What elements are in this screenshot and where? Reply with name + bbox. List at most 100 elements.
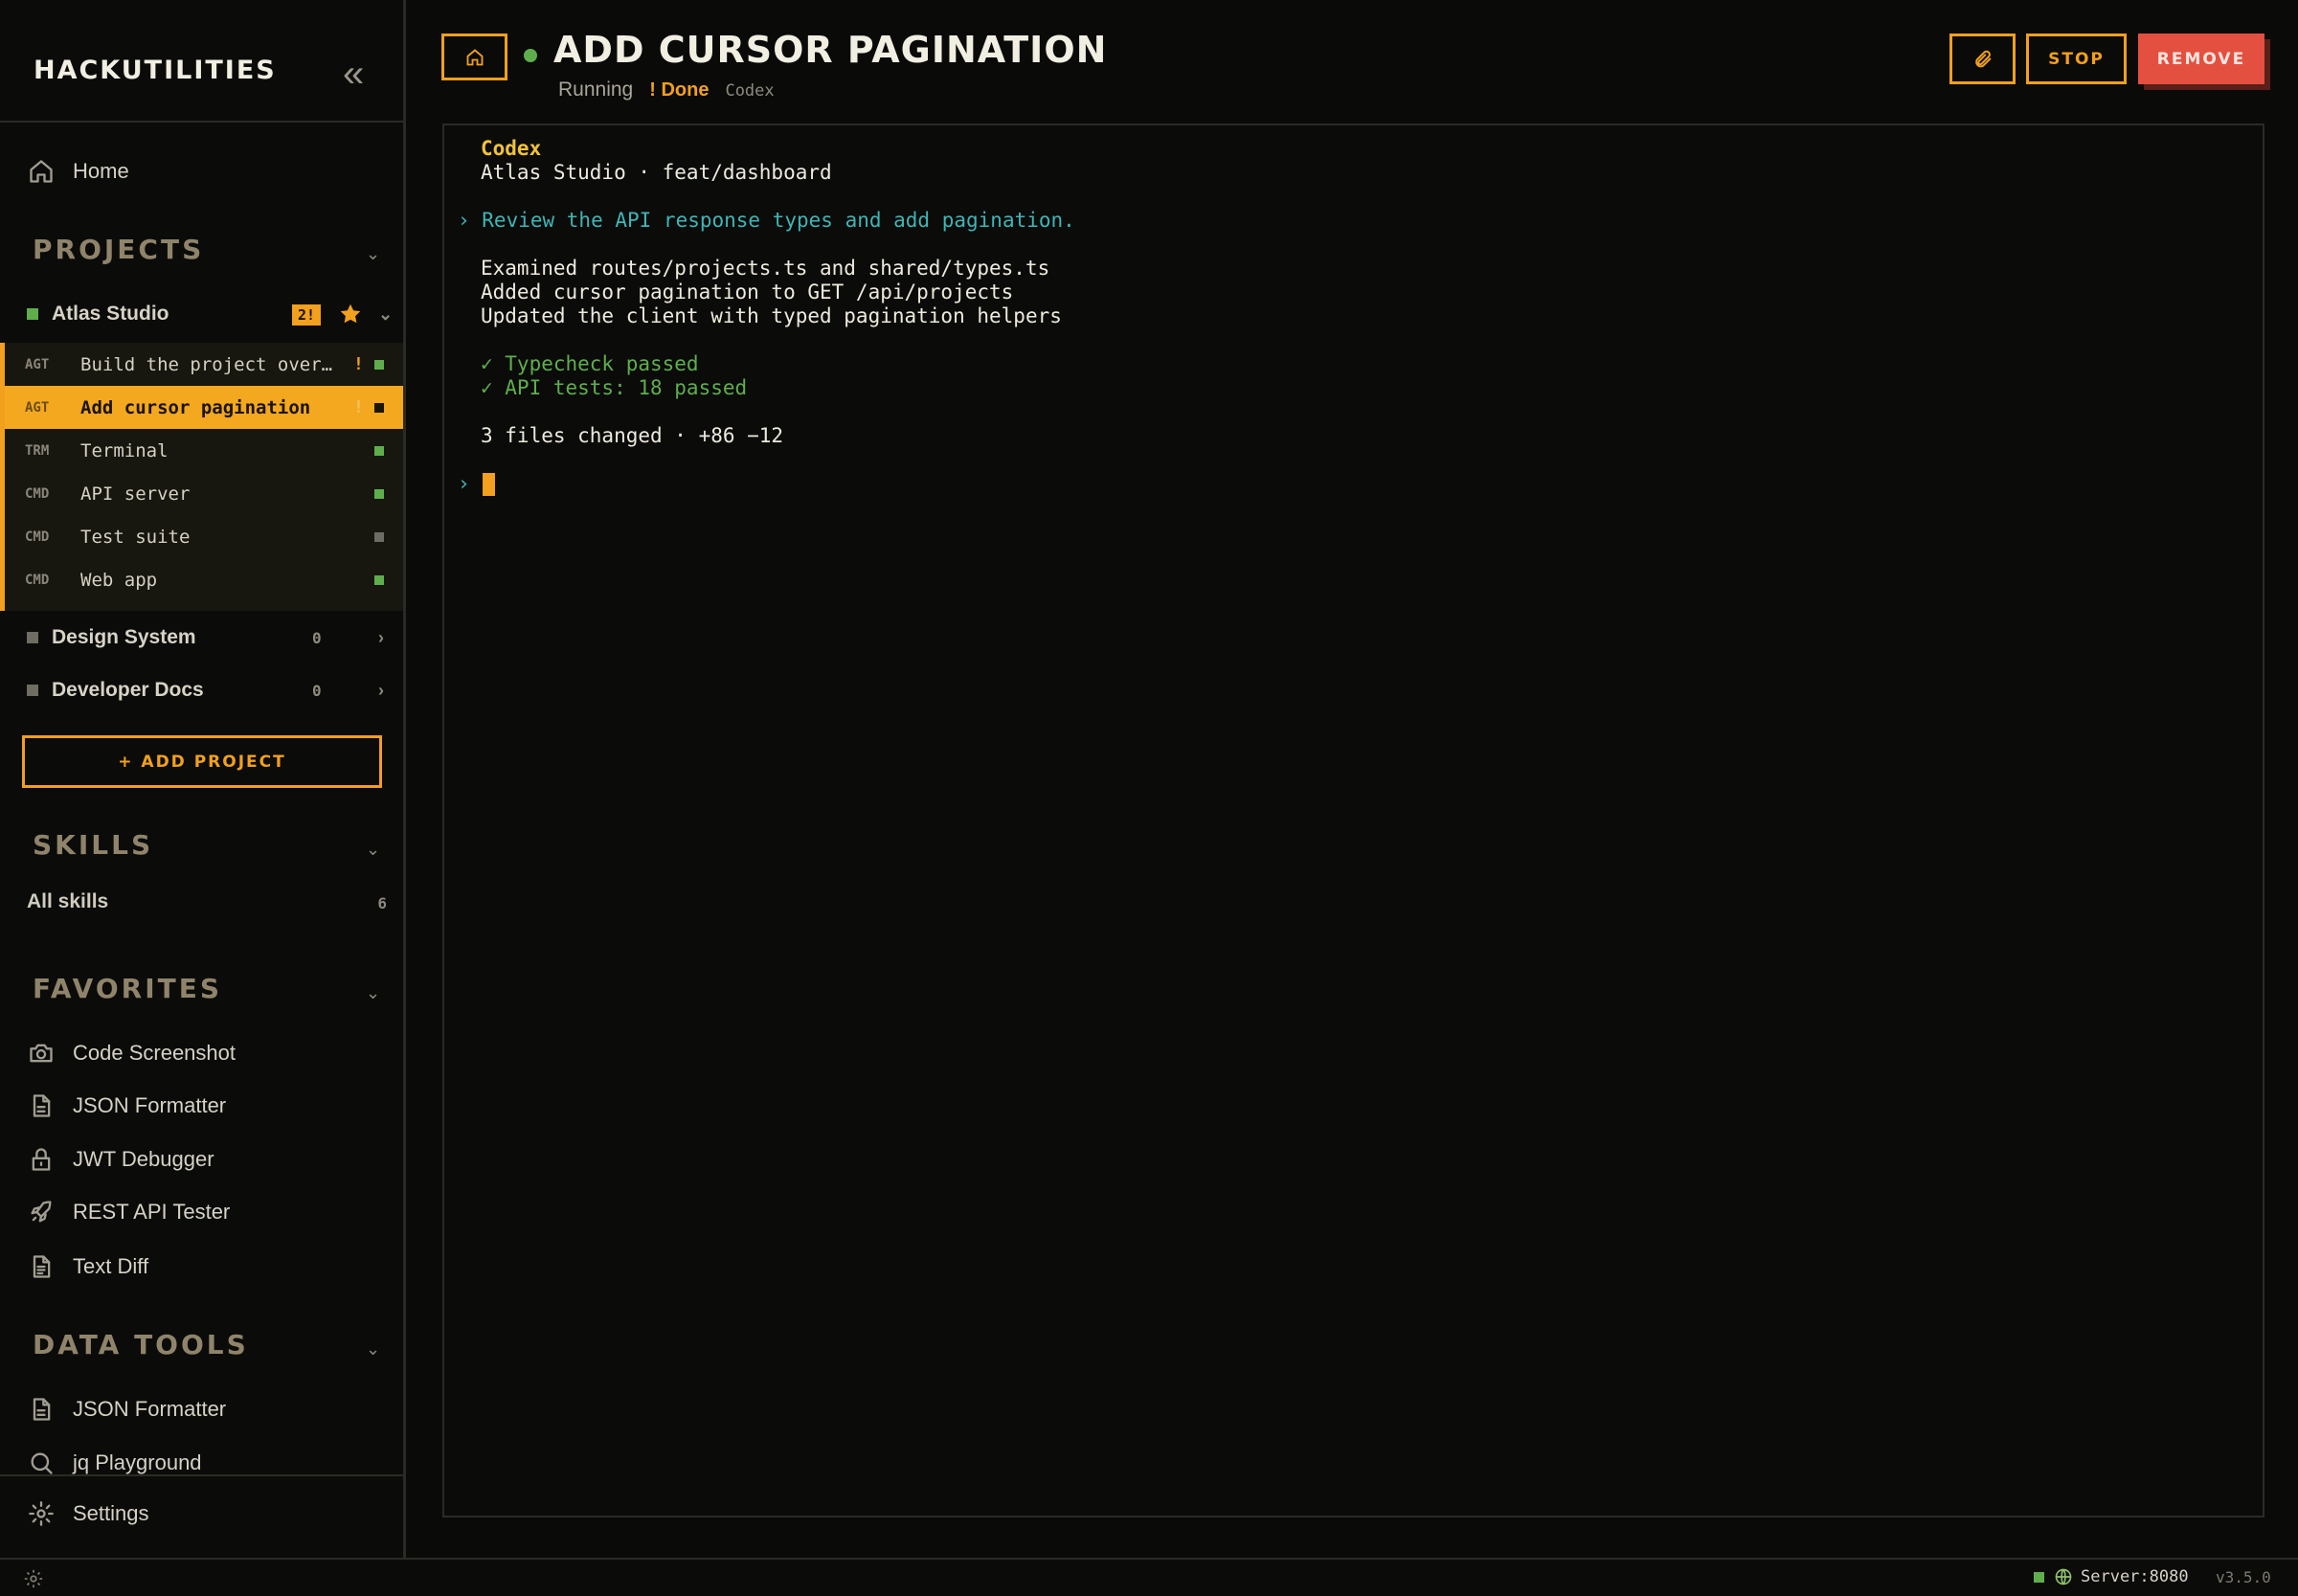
favorite-label: Text Diff <box>73 1254 149 1278</box>
search-icon <box>27 1449 56 1477</box>
task-item-active[interactable]: AGT Add cursor pagination ! <box>5 386 403 429</box>
skills-header[interactable]: SKILLS <box>33 829 153 861</box>
terminal-agent-name: Codex <box>481 137 542 160</box>
task-kind: AGT <box>25 356 50 372</box>
home-button[interactable] <box>441 34 507 80</box>
session-status-line: Running ! Done Codex <box>558 79 775 101</box>
task-kind: CMD <box>25 572 50 588</box>
run-status: Running <box>558 79 634 101</box>
favorite-rest-api-tester[interactable]: REST API Tester <box>27 1193 230 1231</box>
task-status-indicator <box>374 402 384 413</box>
camera-icon <box>27 1039 56 1068</box>
app-version: v3.5.0 <box>2216 1568 2271 1586</box>
task-item[interactable]: CMD Test suite <box>5 515 403 558</box>
brand-row: HACKUTILITIES « <box>0 0 403 123</box>
nav-settings-label: Settings <box>73 1501 149 1525</box>
task-name: Web app <box>80 569 158 591</box>
favorite-label: REST API Tester <box>73 1200 231 1224</box>
terminal-check-line: ✓ API tests: 18 passed <box>481 376 748 399</box>
project-status-indicator <box>27 632 38 643</box>
agent-terminal[interactable]: Codex Atlas Studio · feat/dashboard › Re… <box>442 124 2264 1517</box>
project-count: 0 <box>312 628 322 647</box>
data-tool-json-formatter[interactable]: JSON Formatter <box>27 1390 226 1428</box>
favorite-star-icon[interactable] <box>338 302 363 326</box>
data-tools-header[interactable]: DATA TOOLS <box>33 1329 249 1360</box>
task-status-indicator <box>374 574 384 585</box>
terminal-cursor[interactable] <box>483 473 495 496</box>
paperclip-icon <box>1974 50 1991 67</box>
task-attention-flag: ! <box>353 354 364 374</box>
file-icon <box>27 1395 56 1424</box>
project-expand-chevron-icon[interactable]: › <box>378 628 384 648</box>
favorite-label: JSON Formatter <box>73 1093 227 1117</box>
task-list: AGT Build the project overview ! AGT Add… <box>0 343 403 611</box>
project-name: Developer Docs <box>52 679 204 701</box>
all-skills-item[interactable]: All skills 6 <box>27 890 387 913</box>
favorite-label: JWT Debugger <box>73 1147 214 1171</box>
task-item[interactable]: CMD Web app <box>5 558 403 601</box>
server-status[interactable]: Server:8080 <box>2034 1567 2189 1586</box>
statusbar-gear-icon[interactable] <box>23 1568 44 1589</box>
skills-chevron-icon[interactable]: ⌄ <box>366 840 380 860</box>
nav-home-label: Home <box>73 159 129 183</box>
file-text-icon <box>27 1252 56 1281</box>
sidebar-footer: Settings <box>0 1474 403 1558</box>
task-kind: CMD <box>25 528 50 545</box>
task-item[interactable]: TRM Terminal <box>5 429 403 472</box>
stop-button[interactable]: STOP <box>2026 34 2127 84</box>
data-tools-chevron-icon[interactable]: ⌄ <box>366 1339 380 1360</box>
projects-chevron-icon[interactable]: ⌄ <box>366 244 380 264</box>
favorite-json-formatter[interactable]: JSON Formatter <box>27 1087 226 1125</box>
task-item[interactable]: CMD API server <box>5 472 403 515</box>
project-expand-chevron-icon[interactable]: › <box>378 681 384 701</box>
project-design-system[interactable]: Design System 0 › <box>27 618 391 657</box>
task-name: Terminal <box>80 439 169 461</box>
task-name: Add cursor pagination <box>80 396 311 418</box>
task-kind: CMD <box>25 485 50 502</box>
terminal-output-line: Updated the client with typed pagination… <box>481 304 1062 327</box>
data-tool-label: JSON Formatter <box>73 1397 227 1421</box>
favorite-code-screenshot[interactable]: Code Screenshot <box>27 1034 236 1072</box>
nav-settings[interactable]: Settings <box>27 1495 149 1533</box>
favorite-label: Code Screenshot <box>73 1041 236 1065</box>
file-icon <box>27 1091 56 1120</box>
terminal-input-prompt-marker: › <box>458 472 470 495</box>
project-name: Atlas Studio <box>52 303 169 325</box>
project-atlas-studio[interactable]: Atlas Studio 2! ⌄ <box>27 295 393 333</box>
project-name: Design System <box>52 626 196 648</box>
favorite-text-diff[interactable]: Text Diff <box>27 1248 148 1286</box>
favorites-chevron-icon[interactable]: ⌄ <box>366 983 380 1003</box>
projects-header[interactable]: PROJECTS <box>33 234 204 265</box>
favorite-jwt-debugger[interactable]: JWT Debugger <box>27 1140 214 1179</box>
agent-name: Codex <box>725 81 775 101</box>
rocket-icon <box>27 1198 56 1226</box>
task-status-indicator <box>374 531 384 542</box>
task-kind: AGT <box>25 399 50 416</box>
attach-button[interactable] <box>1949 34 2016 84</box>
sidebar: HACKUTILITIES « Home PROJECTS ⌄ Atlas St… <box>0 0 406 1558</box>
task-name: Test suite <box>80 526 191 548</box>
task-name: API server <box>80 483 191 505</box>
status-bar: Server:8080 v3.5.0 <box>0 1558 2298 1596</box>
project-status-indicator <box>27 685 38 696</box>
terminal-check-line: ✓ Typecheck passed <box>481 352 699 375</box>
nav-home[interactable]: Home <box>27 152 129 191</box>
collapse-sidebar-icon[interactable]: « <box>343 55 364 93</box>
project-developer-docs[interactable]: Developer Docs 0 › <box>27 671 391 709</box>
terminal-context: Atlas Studio · feat/dashboard <box>481 161 832 184</box>
globe-icon <box>2055 1568 2072 1585</box>
server-label: Server:8080 <box>2081 1567 2189 1586</box>
project-count: 0 <box>312 681 322 700</box>
favorites-header[interactable]: FAVORITES <box>33 973 222 1004</box>
project-expand-chevron-icon[interactable]: ⌄ <box>378 304 393 325</box>
lock-icon <box>27 1145 56 1174</box>
home-icon <box>27 157 56 186</box>
remove-button[interactable]: REMOVE <box>2138 34 2264 84</box>
task-status-indicator <box>374 445 384 456</box>
task-item[interactable]: AGT Build the project overview ! <box>5 343 403 386</box>
terminal-output-line: Added cursor pagination to GET /api/proj… <box>481 281 1014 303</box>
done-badge: ! Done <box>649 79 710 101</box>
task-status-indicator <box>374 359 384 370</box>
add-project-button[interactable]: + ADD PROJECT <box>22 735 382 788</box>
app-brand: HACKUTILITIES <box>34 56 277 85</box>
